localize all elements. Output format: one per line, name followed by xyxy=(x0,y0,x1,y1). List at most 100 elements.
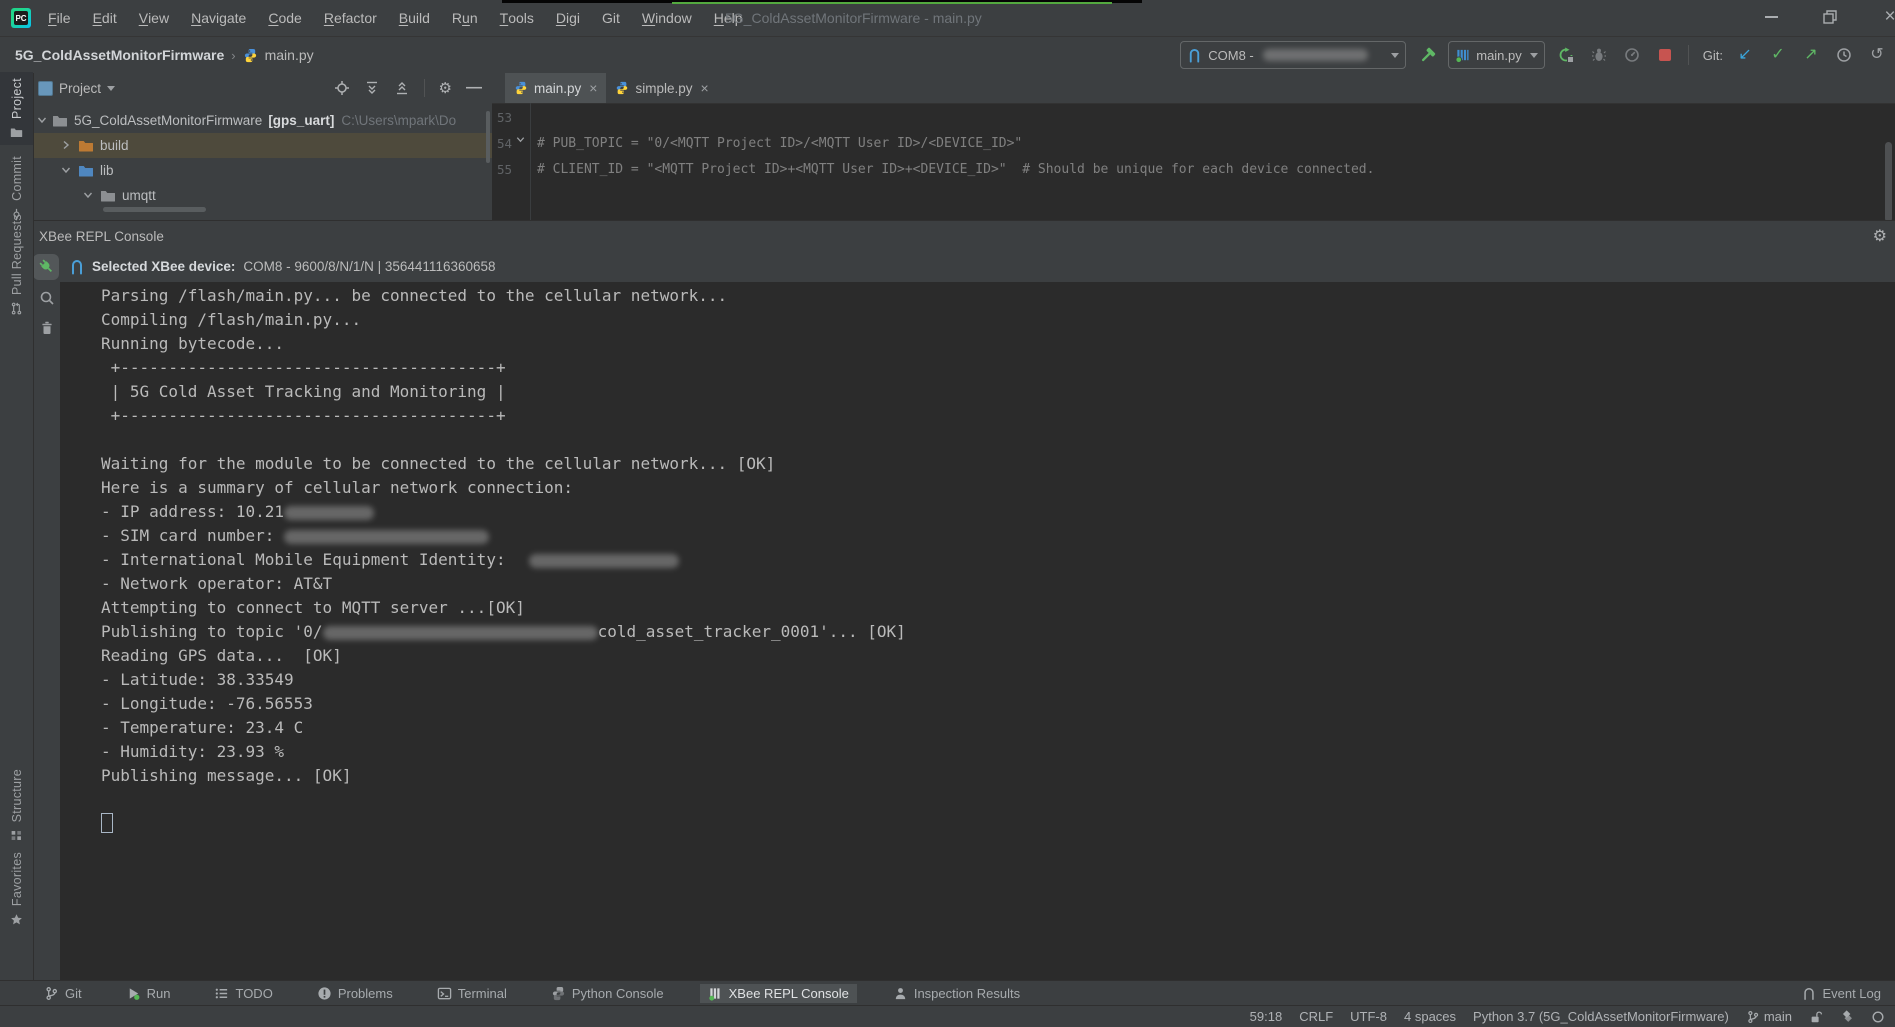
editor-area: main.py×simple.py× 535455 # PUB_TOPIC = … xyxy=(492,73,1895,220)
minimize-button[interactable] xyxy=(1745,0,1797,34)
menu-git[interactable]: Git xyxy=(591,0,631,36)
search-icon[interactable] xyxy=(39,290,55,306)
build-hammer-icon[interactable] xyxy=(1415,43,1439,67)
xbee-device-selector[interactable]: COM8 - xyxy=(1180,41,1406,69)
menu-run[interactable]: Run xyxy=(441,0,489,36)
locate-file-icon[interactable] xyxy=(334,80,350,96)
toolwindow-button-git[interactable]: Git xyxy=(36,984,90,1003)
vertical-scrollbar[interactable] xyxy=(486,111,490,163)
chevron-right-icon[interactable] xyxy=(60,139,72,151)
tree-item-lib[interactable]: lib xyxy=(33,158,492,183)
debug-bug-icon[interactable] xyxy=(1587,43,1611,67)
toolwindow-button-label: Terminal xyxy=(458,986,507,1001)
history-clock-icon[interactable] xyxy=(1832,43,1856,67)
menu-code[interactable]: Code xyxy=(257,0,312,36)
toolwindow-button-xbee-repl-console[interactable]: XBee REPL Console xyxy=(700,984,857,1003)
breadcrumb-file[interactable]: main.py xyxy=(265,47,314,63)
console-line: - SIM card number: xyxy=(101,524,1895,548)
stop-button[interactable] xyxy=(1653,43,1677,67)
tool-window-stripe: ProjectCommitPull RequestsStructureFavor… xyxy=(0,73,34,981)
project-panel-title[interactable]: Project xyxy=(59,81,101,96)
event-log-label: Event Log xyxy=(1822,986,1881,1001)
menu-tools[interactable]: Tools xyxy=(489,0,545,36)
menu-digi[interactable]: Digi xyxy=(545,0,591,36)
run-configuration-selector[interactable]: main.py xyxy=(1448,41,1545,69)
toolwindow-button-run[interactable]: Run xyxy=(118,984,179,1003)
xbee-repl-console-panel: XBee REPL Console ⚙ Selected XBee device… xyxy=(33,220,1895,981)
toolwindow-button-problems[interactable]: Problems xyxy=(309,984,401,1003)
git-update-button[interactable]: ↙ xyxy=(1733,43,1757,67)
star-icon xyxy=(10,913,23,926)
menu-edit[interactable]: Edit xyxy=(82,0,128,36)
sidebar-item-project[interactable]: Project xyxy=(0,72,33,145)
tree-item-build[interactable]: build xyxy=(33,133,492,158)
tab-main-py[interactable]: main.py× xyxy=(505,73,606,103)
chevron-down-icon[interactable] xyxy=(82,189,94,201)
gear-icon[interactable]: ⚙ xyxy=(439,79,452,97)
status-encoding[interactable]: UTF-8 xyxy=(1350,1009,1387,1024)
status-caret-position[interactable]: 59:18 xyxy=(1250,1009,1283,1024)
branch-name: main xyxy=(1764,1009,1792,1024)
expand-all-icon[interactable] xyxy=(364,80,380,96)
profiler-icon[interactable] xyxy=(1620,43,1644,67)
console-title: XBee REPL Console xyxy=(39,229,164,244)
toolwindow-button-inspection-results[interactable]: Inspection Results xyxy=(885,984,1028,1003)
status-indent[interactable]: 4 spaces xyxy=(1404,1009,1456,1024)
console-line xyxy=(101,428,1895,452)
event-log-button[interactable]: Event Log xyxy=(1802,986,1881,1001)
git-branch-widget[interactable]: main xyxy=(1746,1009,1792,1024)
rollback-button[interactable]: ↺ xyxy=(1865,43,1889,67)
menu-view[interactable]: View xyxy=(128,0,180,36)
background-task-icon[interactable] xyxy=(1871,1010,1885,1024)
close-icon[interactable]: × xyxy=(701,80,709,96)
project-tool-window: Project ⚙ — 5G_ColdAssetMonitorFirmware[… xyxy=(33,73,493,220)
restore-button[interactable] xyxy=(1804,0,1856,34)
todo-icon xyxy=(214,986,229,1001)
rerun-button[interactable] xyxy=(1554,43,1578,67)
sidebar-item-pull-requests[interactable]: Pull Requests xyxy=(0,208,33,321)
sidebar-item-structure[interactable]: Structure xyxy=(0,763,33,848)
tab-simple-py[interactable]: simple.py× xyxy=(606,73,717,103)
tree-item-5g_coldassetmonitorfirmware[interactable]: 5G_ColdAssetMonitorFirmware[gps_uart]C:\… xyxy=(33,108,492,133)
redacted-text xyxy=(323,626,598,640)
menu-window[interactable]: Window xyxy=(631,0,703,36)
terminal-cursor xyxy=(101,813,113,833)
toolwindow-button-python-console[interactable]: Python Console xyxy=(543,984,672,1003)
device-combo-text: COM8 - xyxy=(1208,48,1257,63)
close-icon[interactable]: × xyxy=(589,80,597,96)
git-commit-button[interactable]: ✓ xyxy=(1766,43,1790,67)
menu-refactor[interactable]: Refactor xyxy=(313,0,388,36)
menu-navigate[interactable]: Navigate xyxy=(180,0,257,36)
toolwindow-button-todo[interactable]: TODO xyxy=(206,984,280,1003)
code-editor[interactable]: 535455 # PUB_TOPIC = "0/<MQTT Project ID… xyxy=(492,103,1895,220)
line-number: 54 xyxy=(497,131,512,157)
chevron-down-icon[interactable] xyxy=(36,114,48,126)
menu-build[interactable]: Build xyxy=(388,0,441,36)
collapse-all-icon[interactable] xyxy=(394,80,410,96)
horizontal-scrollbar[interactable] xyxy=(103,207,206,212)
lock-icon[interactable] xyxy=(1809,1010,1823,1024)
chevron-down-icon[interactable] xyxy=(107,86,115,91)
clear-trash-icon[interactable] xyxy=(39,320,55,336)
chevron-down-icon[interactable] xyxy=(60,164,72,176)
close-button[interactable]: × xyxy=(1873,0,1895,34)
disconnect-plug-button[interactable] xyxy=(33,254,59,280)
xbee-device-icon xyxy=(69,259,85,275)
toolwindow-button-terminal[interactable]: Terminal xyxy=(429,984,515,1003)
console-header: XBee REPL Console ⚙ xyxy=(33,220,1895,252)
hide-panel-icon[interactable]: — xyxy=(466,79,482,97)
sidebar-item-favorites[interactable]: Favorites xyxy=(0,846,33,932)
tree-item-label: lib xyxy=(100,163,114,178)
git-push-button[interactable]: ↗ xyxy=(1799,43,1823,67)
breadcrumb-project[interactable]: 5G_ColdAssetMonitorFirmware xyxy=(15,47,224,63)
gear-icon[interactable]: ⚙ xyxy=(1873,226,1887,246)
editor-scrollbar[interactable] xyxy=(1885,142,1892,222)
console-output[interactable]: Parsing /flash/main.py... be connected t… xyxy=(60,282,1895,981)
fold-marker-icon[interactable] xyxy=(515,134,526,145)
toolwindow-button-label: Python Console xyxy=(572,986,664,1001)
status-interpreter[interactable]: Python 3.7 (5G_ColdAssetMonitorFirmware) xyxy=(1473,1009,1729,1024)
menu-file[interactable]: File xyxy=(37,0,82,36)
layers-icon[interactable] xyxy=(1840,1010,1854,1024)
tree-item-umqtt[interactable]: umqtt xyxy=(33,183,492,208)
status-line-ending[interactable]: CRLF xyxy=(1299,1009,1333,1024)
